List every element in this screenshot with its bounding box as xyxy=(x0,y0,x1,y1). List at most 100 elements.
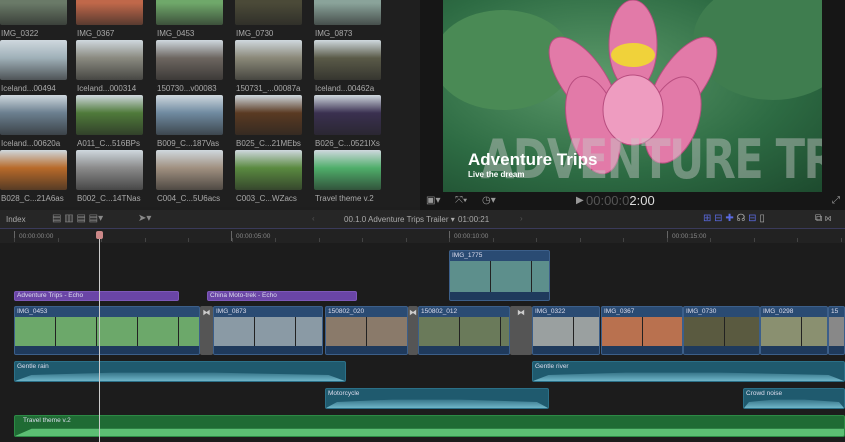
clip-thumbnail[interactable] xyxy=(0,40,67,80)
ruler-minor-tick xyxy=(362,238,363,242)
video-clip[interactable]: IMG_0367 xyxy=(601,306,683,355)
clip-label: B002_C...14TNas xyxy=(77,194,141,203)
playhead[interactable] xyxy=(99,231,100,442)
transition[interactable]: ⧓ xyxy=(408,306,418,355)
title-clip-name: Adventure Trips - Echo xyxy=(17,292,84,299)
clip-label: B025_C...21MEbs xyxy=(236,139,301,148)
clip-thumbnail[interactable] xyxy=(76,150,143,190)
clip-thumbnail[interactable] xyxy=(235,0,302,25)
browser-panel: IMG_0322 IMG_0367 IMG_0453 IMG_0730 IMG_0873… xyxy=(0,0,420,207)
timeline-ruler[interactable]: 00:00:00:00 00:00:05:00 00:00:10:00 00:00:1… xyxy=(0,229,845,243)
clip-thumbnail[interactable] xyxy=(0,150,67,190)
clip-filmstrip xyxy=(15,317,199,346)
back-icon[interactable]: ‹ xyxy=(312,214,315,223)
video-clip[interactable]: IMG_0873 xyxy=(213,306,323,355)
ruler-minor-tick xyxy=(666,238,668,242)
audio-waveform xyxy=(533,372,844,381)
clip-thumbnail[interactable] xyxy=(156,0,223,25)
clip-thumbnail[interactable] xyxy=(156,150,223,190)
clip-thumbnail[interactable] xyxy=(235,150,302,190)
index-button[interactable]: Index xyxy=(6,215,26,224)
video-clip[interactable]: 15 xyxy=(828,306,845,355)
clip-audio-wave xyxy=(761,346,827,354)
ruler-label: 00:00:10:00 xyxy=(454,233,489,240)
subtitle-text: Live the dream xyxy=(468,170,525,179)
transition[interactable]: ⧓ xyxy=(200,306,213,355)
video-clip[interactable]: IMG_0453 xyxy=(14,306,200,355)
viewer-controls: ▣▾ ⤧▾ ◷▾ ▶ 00:00:02:00 ⤢ xyxy=(420,192,845,210)
audio-clip-name: Motorcycle xyxy=(328,390,360,397)
audio-clip[interactable]: Gentle rain xyxy=(14,361,346,382)
ruler-minor-tick xyxy=(188,238,189,242)
video-clip[interactable]: 150802_012 xyxy=(418,306,510,355)
clip-name: IMG_0453 xyxy=(17,308,48,315)
title-text: Adventure Trips xyxy=(468,150,598,169)
title-clip-name: China Moto-trek - Echo xyxy=(210,292,277,299)
forward-icon[interactable]: › xyxy=(520,214,523,223)
clip-name: IMG_0322 xyxy=(535,308,566,315)
project-name[interactable]: 00.1.0 Adventure Trips Trailer ▾ xyxy=(344,215,455,224)
audio-clip[interactable]: Crowd noise xyxy=(743,388,845,409)
speed-icon[interactable]: ◷▾ xyxy=(482,195,496,206)
ruler-minor-tick xyxy=(449,238,450,242)
video-clip[interactable]: IMG_0298 xyxy=(760,306,828,355)
clip-thumbnail[interactable] xyxy=(235,40,302,80)
clip-label: Travel theme v.2 xyxy=(315,194,374,203)
clip-filmstrip xyxy=(684,317,759,346)
clip-thumbnail[interactable] xyxy=(0,0,67,25)
music-clip-name: Travel theme v.2 xyxy=(23,417,71,424)
ruler-minor-tick xyxy=(57,238,59,242)
clip-thumbnail[interactable] xyxy=(156,95,223,135)
music-clip[interactable]: Travel theme v.2 xyxy=(14,415,845,437)
clip-label: Iceland...000314 xyxy=(77,84,137,93)
select-tool-icon[interactable]: ➤▾ xyxy=(138,213,151,224)
clip-label: Iceland...00462a xyxy=(315,84,375,93)
view-options-icon[interactable]: ▣▾ xyxy=(426,195,440,206)
clip-audio-wave xyxy=(214,346,322,354)
audio-clip-name: Gentle rain xyxy=(17,363,49,370)
audio-waveform xyxy=(15,372,345,381)
transition[interactable]: ⧓ xyxy=(510,306,532,355)
clip-label: IMG_0453 xyxy=(157,29,195,38)
clip-audio-wave xyxy=(450,292,549,300)
music-waveform xyxy=(15,428,844,436)
video-clip[interactable]: 150802_020 xyxy=(325,306,408,355)
clip-thumbnail[interactable] xyxy=(156,40,223,80)
clip-thumbnail[interactable] xyxy=(76,95,143,135)
clip-thumbnail[interactable] xyxy=(0,95,67,135)
clip-thumbnail[interactable] xyxy=(314,0,381,25)
clip-thumbnail[interactable] xyxy=(235,95,302,135)
clip-label: IMG_0367 xyxy=(77,29,115,38)
clip-name: 150802_012 xyxy=(421,308,458,315)
clip-label: C003_C...WZacs xyxy=(236,194,297,203)
clip-filmstrip xyxy=(450,261,549,292)
title-clip[interactable]: China Moto-trek - Echo xyxy=(207,291,357,301)
fullscreen-icon[interactable]: ⤢ xyxy=(832,195,840,206)
ruler-minor-tick xyxy=(231,238,233,242)
ruler-minor-tick xyxy=(318,238,320,242)
video-clip[interactable]: IMG_1775 xyxy=(449,250,550,301)
clip-label: B026_C...0521IXs xyxy=(315,139,380,148)
transform-tool-icon[interactable]: ⤧▾ xyxy=(455,195,467,206)
clip-thumbnail[interactable] xyxy=(314,150,381,190)
clip-thumbnail[interactable] xyxy=(76,0,143,25)
edit-buttons-icon[interactable]: ▤ ▥ ▤ ▤▾ xyxy=(52,213,103,224)
audio-clip[interactable]: Gentle river xyxy=(532,361,845,382)
video-clip[interactable]: IMG_0322 xyxy=(532,306,600,355)
video-clip[interactable]: IMG_0730 xyxy=(683,306,760,355)
audio-clip-name: Gentle river xyxy=(535,363,569,370)
clip-label: Iceland...00620a xyxy=(1,139,61,148)
clip-thumbnail[interactable] xyxy=(314,95,381,135)
clip-audio-wave xyxy=(829,346,844,354)
playhead-handle[interactable] xyxy=(96,231,103,239)
play-button[interactable]: ▶ xyxy=(576,195,584,206)
clip-appearance-icon[interactable]: ⧉ ⋈ xyxy=(815,213,831,224)
audio-tools-icon[interactable]: ⊞ ⊟ ✚ ☊ ⊟ ▯ xyxy=(703,213,765,224)
ruler-label: 00:00:15:00 xyxy=(672,233,707,240)
clip-thumbnail[interactable] xyxy=(76,40,143,80)
ruler-minor-tick xyxy=(144,238,146,242)
audio-clip[interactable]: Motorcycle xyxy=(325,388,549,409)
clip-thumbnail[interactable] xyxy=(314,40,381,80)
clip-filmstrip xyxy=(761,317,827,346)
title-clip[interactable]: Adventure Trips - Echo xyxy=(14,291,179,301)
